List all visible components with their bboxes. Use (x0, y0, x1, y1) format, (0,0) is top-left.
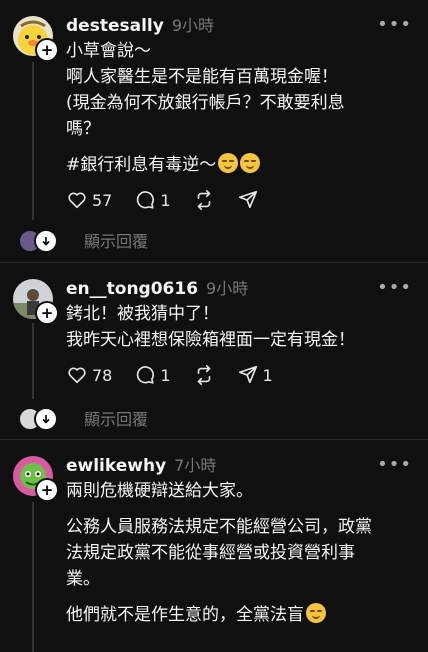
comment-button[interactable]: 1 (134, 364, 171, 386)
repost-button[interactable] (193, 189, 215, 211)
text-line: 啊人家醫生是不是能有百萬現金喔！ (66, 67, 338, 87)
username[interactable]: ewlikewhy (66, 456, 166, 476)
post-content: destesally 9小時 小草會說～ 啊人家醫生是不是能有百萬現金喔！ (現… (66, 12, 412, 220)
post-content: en__tong0616 9小時 銬北！被我猜中了！ 我昨天心裡想保險箱裡面一定… (66, 275, 412, 395)
username[interactable]: en__tong0616 (66, 279, 198, 299)
timestamp: 9小時 (171, 16, 214, 35)
like-button[interactable]: 57 (66, 189, 112, 211)
thread-line (32, 323, 34, 399)
view-replies-row[interactable]: 顯示回覆 (16, 396, 148, 440)
follow-plus-icon[interactable]: + (35, 38, 59, 62)
text-line: 嗎？ (66, 119, 100, 139)
timestamp: 9小時 (206, 279, 249, 298)
smiling-face-emoji-icon (306, 603, 326, 623)
comment-icon (137, 191, 155, 209)
relieved-face-emoji-icon (218, 153, 239, 173)
text-line: 我昨天心裡想保險箱裡面一定有現金！ (66, 330, 355, 350)
post-destesally: + ••• destesally 9小時 小草會說～ 啊人家醫生是不是能有百萬現… (0, 0, 428, 262)
username[interactable]: destesally (66, 16, 164, 36)
send-icon (238, 365, 257, 384)
timestamp: 7小時 (174, 456, 217, 475)
follow-plus-icon[interactable]: + (35, 301, 59, 325)
post-header: destesally 9小時 (66, 12, 412, 38)
heart-icon (68, 192, 86, 209)
post-header: ewlikewhy 7小時 (66, 452, 412, 478)
text-line: 公務人員服務法規定不能經營公司，政黨 (66, 517, 372, 537)
repost-icon (197, 365, 210, 385)
post-en-tong0616: + ••• en__tong0616 9小時 銬北！被我猜中了！ 我昨天心裡想保… (0, 262, 428, 439)
view-replies-link[interactable]: 顯示回覆 (84, 228, 148, 252)
comment-button[interactable]: 1 (134, 189, 171, 211)
follow-plus-icon[interactable]: + (35, 478, 59, 502)
like-button[interactable]: 78 (66, 364, 112, 386)
hashtag-link[interactable]: #銀行利息有毒逆～ (66, 155, 216, 175)
post-text: 銬北！被我猜中了！ 我昨天心裡想保險箱裡面一定有現金！ (66, 301, 412, 353)
action-bar: 78 1 1 (66, 355, 412, 395)
thread-line (32, 62, 34, 220)
relieved-face-emoji-icon (240, 153, 261, 173)
action-bar: 57 1 (66, 180, 412, 220)
like-count: 57 (92, 190, 113, 210)
chevron-down-icon (34, 229, 58, 253)
reply-avatars (18, 407, 62, 431)
text-line: 法規定政黨不能從事經營或投資營利事 (66, 543, 355, 563)
more-icon[interactable]: ••• (377, 277, 412, 298)
text-line: 他們就不是作生意的，全黨法盲 (66, 602, 412, 628)
post-header: en__tong0616 9小時 (66, 275, 412, 301)
avatar-wrap[interactable]: + (13, 456, 59, 502)
share-count: 1 (262, 365, 273, 385)
avatar-wrap[interactable]: + (13, 16, 59, 62)
text-line: 小草會說～ (66, 41, 151, 61)
post-ewlikewhy: + ••• ewlikewhy 7小時 兩則危機硬辯送給大家。 公務人員服務法規… (0, 439, 428, 652)
thread-line (32, 502, 34, 652)
view-replies-row[interactable]: 顯示回覆 (16, 218, 148, 262)
reply-avatars (18, 229, 62, 253)
hashtag-line: #銀行利息有毒逆～ (66, 152, 412, 178)
chevron-down-icon (34, 407, 58, 431)
text-line: (現金為何不放銀行帳戶？不敢要利息 (66, 93, 345, 113)
comment-count: 1 (160, 190, 171, 210)
text-span: 他們就不是作生意的，全黨法盲 (66, 605, 304, 625)
view-replies-link[interactable]: 顯示回覆 (84, 406, 148, 430)
avatar-wrap[interactable]: + (13, 279, 59, 325)
share-button[interactable]: 1 (237, 364, 273, 386)
like-count: 78 (92, 365, 113, 385)
share-button[interactable] (237, 189, 259, 211)
text-line: 業。 (66, 569, 100, 589)
text-line: 兩則危機硬辯送給大家。 (66, 481, 253, 501)
repost-button[interactable] (193, 364, 215, 386)
send-icon (238, 190, 257, 209)
more-icon[interactable]: ••• (377, 14, 412, 35)
post-content: ewlikewhy 7小時 兩則危機硬辯送給大家。 公務人員服務法規定不能經營公… (66, 452, 412, 628)
post-text: 小草會說～ 啊人家醫生是不是能有百萬現金喔！ (現金為何不放銀行帳戶？不敢要利息… (66, 38, 412, 178)
comment-icon (137, 366, 155, 384)
comment-count: 1 (160, 365, 171, 385)
repost-icon (197, 190, 210, 210)
more-icon[interactable]: ••• (377, 454, 412, 475)
post-text: 兩則危機硬辯送給大家。 公務人員服務法規定不能經營公司，政黨 法規定政黨不能從事… (66, 478, 412, 628)
heart-icon (68, 367, 86, 384)
text-line: 銬北！被我猜中了！ (66, 304, 219, 324)
